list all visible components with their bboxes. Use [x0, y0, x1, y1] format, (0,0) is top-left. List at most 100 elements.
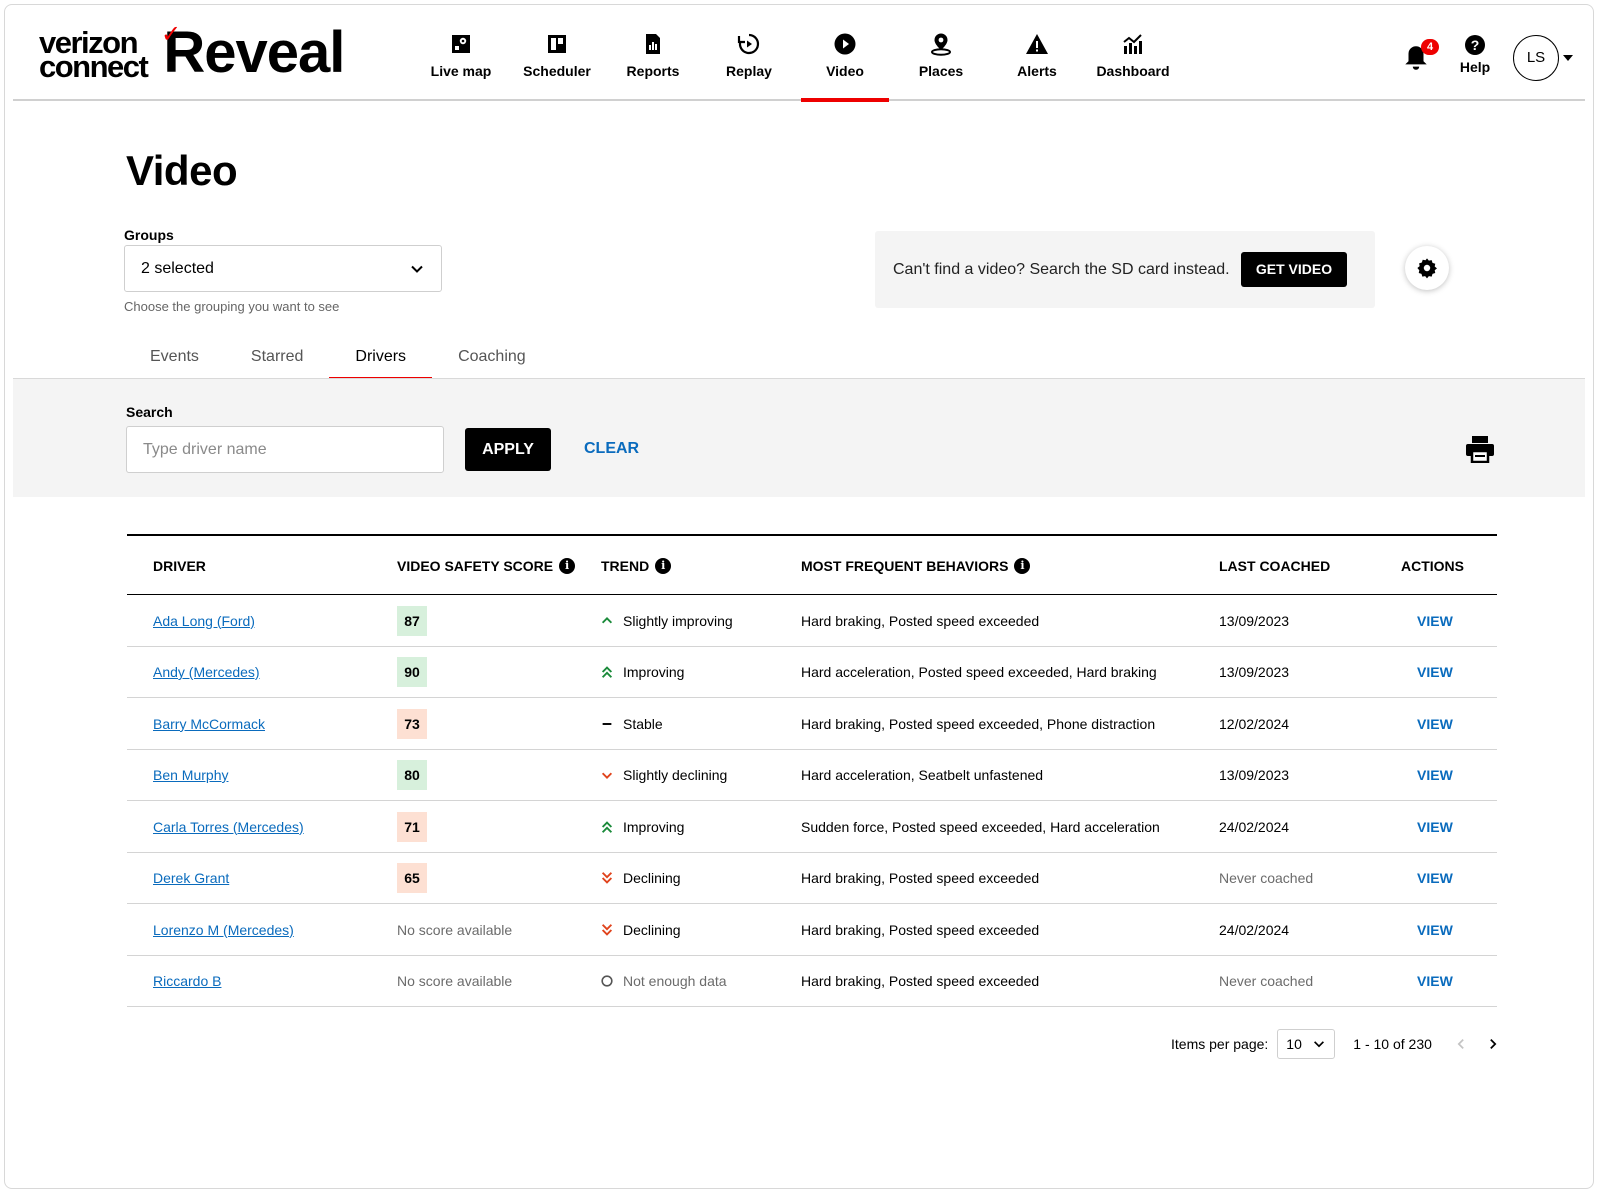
table-header: DRIVER VIDEO SAFETY SCORE i TREND i MOST F…: [127, 536, 1497, 595]
clear-button[interactable]: CLEAR: [584, 440, 639, 458]
driver-cell: Riccardo B: [153, 956, 221, 1007]
info-icon[interactable]: i: [1014, 557, 1031, 574]
last-coached-date: Never coached: [1219, 973, 1314, 989]
items-per-page-label: Items per page:: [1171, 1036, 1269, 1052]
pagination-range: 1 - 10 of 230: [1353, 1036, 1432, 1052]
actions-cell: VIEW: [1417, 801, 1453, 852]
actions-cell: VIEW: [1417, 956, 1453, 1007]
trend-cell: Slightly declining: [600, 750, 727, 801]
driver-name-link[interactable]: Andy (Mercedes): [153, 664, 260, 680]
score-badge: 65: [397, 863, 427, 893]
user-avatar[interactable]: LS: [1513, 35, 1559, 81]
items-per-page-select[interactable]: 10: [1277, 1029, 1336, 1059]
caret-down-icon[interactable]: [1563, 55, 1573, 61]
driver-name-link[interactable]: Ben Murphy: [153, 767, 228, 783]
driver-search-input[interactable]: [126, 426, 444, 473]
info-icon[interactable]: i: [559, 557, 576, 574]
help-question-icon: ?: [1465, 35, 1485, 55]
tab-coaching[interactable]: Coaching: [432, 335, 552, 379]
driver-name-link[interactable]: Riccardo B: [153, 973, 221, 989]
table-row: Carla Torres (Mercedes) 71 Improving Sudden…: [127, 801, 1497, 853]
top-navigation-bar: verizon connect ✓ Reveal Live map Schedu…: [13, 5, 1585, 102]
score-cell: 80: [397, 750, 427, 801]
actions-cell: VIEW: [1417, 595, 1453, 646]
nav-item-replay[interactable]: Replay: [701, 5, 797, 101]
nav-item-scheduler[interactable]: Scheduler: [509, 5, 605, 101]
header-trend[interactable]: TREND i: [601, 536, 672, 595]
settings-button[interactable]: [1405, 246, 1449, 290]
apply-button[interactable]: APPLY: [465, 428, 551, 471]
driver-name-link[interactable]: Lorenzo M (Mercedes): [153, 922, 294, 938]
next-page-icon[interactable]: [1486, 1037, 1500, 1051]
trend-down-icon: [601, 872, 613, 884]
print-icon[interactable]: [1465, 435, 1495, 463]
driver-name-link[interactable]: Derek Grant: [153, 870, 229, 886]
video-play-icon: [834, 33, 856, 55]
view-button[interactable]: VIEW: [1417, 767, 1453, 783]
view-button[interactable]: VIEW: [1417, 613, 1453, 629]
nav-item-video[interactable]: Video: [797, 5, 893, 102]
trend-no-data-icon: [601, 975, 613, 987]
nav-item-alerts[interactable]: Alerts: [989, 5, 1085, 101]
main-nav: Live map Scheduler Reports Replay Video …: [413, 5, 1181, 102]
header-last-coached[interactable]: LAST COACHED: [1219, 536, 1330, 595]
actions-cell: VIEW: [1417, 647, 1453, 698]
nav-item-reports[interactable]: Reports: [605, 5, 701, 101]
trend-cell: Slightly improving: [600, 595, 733, 646]
nav-item-places[interactable]: Places: [893, 5, 989, 101]
score-value: No score available: [397, 921, 513, 938]
table-row: Derek Grant 65 Declining Hard braking, Post…: [127, 853, 1497, 904]
page-title: Video: [126, 147, 238, 194]
view-button[interactable]: VIEW: [1417, 716, 1453, 732]
product-name: Reveal: [163, 20, 345, 85]
view-button[interactable]: VIEW: [1417, 973, 1453, 989]
map-icon: [452, 35, 470, 53]
trend-cell: Improving: [600, 801, 684, 852]
verizon-connect-reveal-logo[interactable]: verizon connect ✓ Reveal: [39, 20, 345, 85]
header-driver[interactable]: DRIVER: [153, 536, 206, 595]
driver-cell: Lorenzo M (Mercedes): [153, 904, 294, 955]
trend-cell: Stable: [600, 698, 663, 749]
nav-item-live-map[interactable]: Live map: [413, 5, 509, 101]
trend-stable-icon: [602, 722, 612, 725]
header-video-safety-score[interactable]: VIDEO SAFETY SCORE i: [397, 536, 576, 595]
actions-cell: VIEW: [1417, 853, 1453, 904]
score-badge: 87: [397, 605, 427, 636]
behaviors-cell: Hard braking, Posted speed exceeded: [801, 904, 1039, 955]
driver-name-link[interactable]: Barry McCormack: [153, 716, 265, 732]
nav-item-dashboard[interactable]: Dashboard: [1085, 5, 1181, 101]
score-cell: No score available: [397, 904, 512, 955]
search-panel: Search APPLY CLEAR: [13, 378, 1585, 497]
last-coached-date: 13/09/2023: [1219, 612, 1290, 629]
view-button[interactable]: VIEW: [1417, 922, 1453, 938]
help-button[interactable]: ? Help: [1453, 35, 1497, 75]
score-badge: 80: [397, 760, 427, 790]
score-badge: 71: [397, 811, 427, 842]
score-cell: 71: [397, 801, 427, 852]
view-button[interactable]: VIEW: [1417, 870, 1453, 886]
tab-starred[interactable]: Starred: [225, 335, 329, 379]
chevron-down-icon: [1314, 1041, 1325, 1048]
view-button[interactable]: VIEW: [1417, 819, 1453, 835]
table-body: Ada Long (Ford) 87 Slightly improving Hard …: [127, 595, 1497, 1007]
sd-card-text: Can't find a video? Search the SD card i…: [893, 260, 1230, 278]
groups-dropdown[interactable]: 2 selected: [124, 245, 442, 292]
trend-label: Slightly improving: [623, 612, 733, 629]
previous-page-icon[interactable]: [1454, 1037, 1468, 1051]
header-most-frequent-behaviors[interactable]: MOST FREQUENT BEHAVIORS i: [801, 536, 1031, 595]
tab-drivers[interactable]: Drivers: [329, 335, 432, 380]
behaviors-text: Hard braking, Posted speed exceeded: [801, 973, 1040, 989]
get-video-button[interactable]: GET VIDEO: [1241, 252, 1347, 287]
groups-selected-value: 2 selected: [141, 259, 214, 277]
view-button[interactable]: VIEW: [1417, 664, 1453, 680]
actions-cell: VIEW: [1417, 698, 1453, 749]
drivers-table: DRIVER VIDEO SAFETY SCORE i TREND i MOST F…: [127, 534, 1497, 1007]
scheduler-icon: [548, 35, 566, 53]
dashboard-chart-icon: [1123, 34, 1142, 54]
tab-events[interactable]: Events: [124, 335, 225, 379]
driver-name-link[interactable]: Carla Torres (Mercedes): [153, 819, 304, 835]
last-coached-date: 24/02/2024: [1219, 921, 1290, 938]
behaviors-text: Hard braking, Posted speed exceeded: [801, 612, 1040, 629]
info-icon[interactable]: i: [655, 557, 672, 574]
driver-name-link[interactable]: Ada Long (Ford): [153, 613, 255, 629]
